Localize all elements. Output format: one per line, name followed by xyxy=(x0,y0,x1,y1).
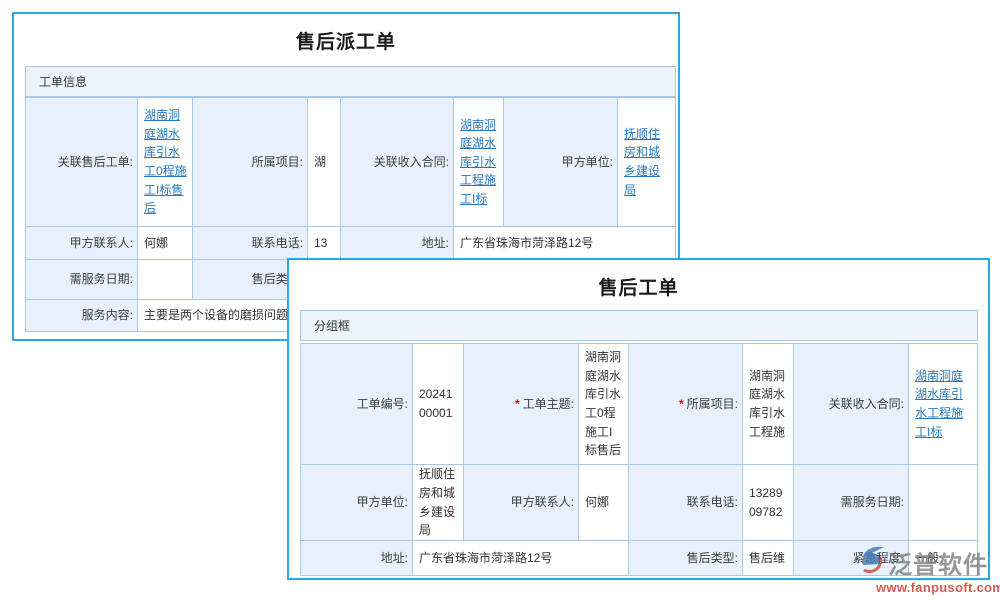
wo-income-contract-value: 湖南洞庭湖水库引水工程施工I标 xyxy=(909,344,978,465)
dispatch-row-1: 关联售后工单: 湖南洞庭湖水库引水工0程施工I标售后 所属项目: 湖 关联收入合… xyxy=(26,98,676,227)
party-a-contact-value: 何娜 xyxy=(138,227,193,260)
subject-label-text: 工单主题: xyxy=(523,395,574,414)
dispatch-title: 售后派工单 xyxy=(14,27,678,54)
watermark-url-text: www.fanpusoft.com xyxy=(876,580,1000,595)
wo-party-a-unit-value: 抚顺住房和城乡建设局 xyxy=(413,465,464,541)
party-a-unit-link[interactable]: 抚顺住房和城乡建设局 xyxy=(624,125,670,199)
workorder-table: 工单编号: 2024100001 *工单主题: 湖南洞庭湖水库引水工0程施工I标… xyxy=(300,343,978,576)
related-service-order-link[interactable]: 湖南洞庭湖水库引水工0程施工I标售后 xyxy=(144,106,187,218)
work-order-window: 售后工单 分组框 工单编号: 2024100001 *工单主题: 湖南洞庭湖水库… xyxy=(287,258,990,580)
workorder-group-header: 分组框 xyxy=(300,310,978,341)
required-asterisk: * xyxy=(679,395,684,414)
service-content-label: 服务内容: xyxy=(26,300,138,332)
wo-party-a-contact-label: 甲方联系人: xyxy=(464,465,579,541)
wo-income-contract-label: 关联收入合同: xyxy=(794,344,909,465)
workorder-row-3: 地址: 广东省珠海市菏泽路12号 售后类型: 售后维 紧急程度: 一般 xyxy=(301,541,978,576)
party-a-contact-label: 甲方联系人: xyxy=(26,227,138,260)
related-service-order-value: 湖南洞庭湖水库引水工0程施工I标售后 xyxy=(138,98,193,227)
wo-project-value: 湖南洞庭湖水库引水工程施 xyxy=(743,344,794,465)
project-value: 湖 xyxy=(308,98,341,227)
page: 售后派工单 工单信息 关联售后工单: 湖南洞庭湖水库引水工0程施工I标售后 所属… xyxy=(0,0,1000,600)
party-a-unit-label: 甲方单位: xyxy=(504,98,618,227)
wo-address-label: 地址: xyxy=(301,541,413,576)
subject-label: *工单主题: xyxy=(464,344,579,465)
wo-phone-label: 联系电话: xyxy=(629,465,743,541)
wo-urgency-value: 一般 xyxy=(909,541,978,576)
wo-project-label-text: 所属项目: xyxy=(687,395,738,414)
wo-service-date-label: 需服务日期: xyxy=(794,465,909,541)
phone-label: 联系电话: xyxy=(193,227,308,260)
income-contract-value: 湖南洞庭湖水库引水工程施工I标 xyxy=(454,98,504,227)
wo-urgency-label: 紧急程度: xyxy=(794,541,909,576)
wo-income-contract-link[interactable]: 湖南洞庭湖水库引水工程施工I标 xyxy=(915,367,972,441)
wo-service-date-value xyxy=(909,465,978,541)
required-asterisk: * xyxy=(515,395,520,414)
subject-value: 湖南洞庭湖水库引水工0程施工I标售后 xyxy=(579,344,629,465)
dispatch-group-header: 工单信息 xyxy=(25,66,676,97)
order-no-label: 工单编号: xyxy=(301,344,413,465)
wo-party-a-unit-label: 甲方单位: xyxy=(301,465,413,541)
service-date-value xyxy=(138,260,193,300)
workorder-row-2: 甲方单位: 抚顺住房和城乡建设局 甲方联系人: 何娜 联系电话: 1328909… xyxy=(301,465,978,541)
project-label: 所属项目: xyxy=(193,98,308,227)
address-value: 广东省珠海市菏泽路12号 xyxy=(454,227,676,260)
workorder-group: 分组框 工单编号: 2024100001 *工单主题: 湖南洞庭湖水库引水工0程… xyxy=(300,310,978,576)
workorder-title: 售后工单 xyxy=(289,273,988,300)
order-no-value: 2024100001 xyxy=(413,344,464,465)
wo-phone-value: 1328909782 xyxy=(743,465,794,541)
dispatch-row-2: 甲方联系人: 何娜 联系电话: 13 地址: 广东省珠海市菏泽路12号 xyxy=(26,227,676,260)
service-date-label: 需服务日期: xyxy=(26,260,138,300)
income-contract-label: 关联收入合同: xyxy=(341,98,454,227)
wo-project-label: *所属项目: xyxy=(629,344,743,465)
wo-address-value: 广东省珠海市菏泽路12号 xyxy=(413,541,629,576)
phone-value: 13 xyxy=(308,227,341,260)
wo-service-type-value: 售后维 xyxy=(743,541,794,576)
wo-service-type-label: 售后类型: xyxy=(629,541,743,576)
income-contract-link[interactable]: 湖南洞庭湖水库引水工程施工I标 xyxy=(460,116,498,209)
wo-party-a-contact-value: 何娜 xyxy=(579,465,629,541)
party-a-unit-value: 抚顺住房和城乡建设局 xyxy=(618,98,676,227)
related-service-order-label: 关联售后工单: xyxy=(26,98,138,227)
address-label: 地址: xyxy=(341,227,454,260)
workorder-row-1: 工单编号: 2024100001 *工单主题: 湖南洞庭湖水库引水工0程施工I标… xyxy=(301,344,978,465)
